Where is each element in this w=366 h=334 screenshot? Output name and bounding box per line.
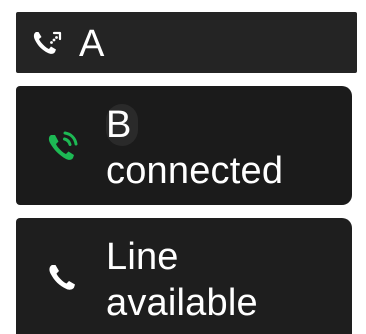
line-b-status: connected bbox=[106, 150, 284, 192]
line-b-card[interactable]: B connected bbox=[16, 86, 352, 205]
line-a-card[interactable]: A bbox=[16, 12, 357, 73]
line-c-card[interactable]: Line available bbox=[16, 218, 352, 334]
line-a-label: A bbox=[79, 23, 105, 65]
phone-icon bbox=[46, 261, 78, 293]
call-outgoing-icon bbox=[32, 30, 62, 56]
line-b-label: B bbox=[106, 104, 138, 146]
line-c-status: available bbox=[106, 282, 258, 324]
line-c-label: Line bbox=[106, 236, 179, 278]
call-connected-icon bbox=[46, 129, 80, 163]
